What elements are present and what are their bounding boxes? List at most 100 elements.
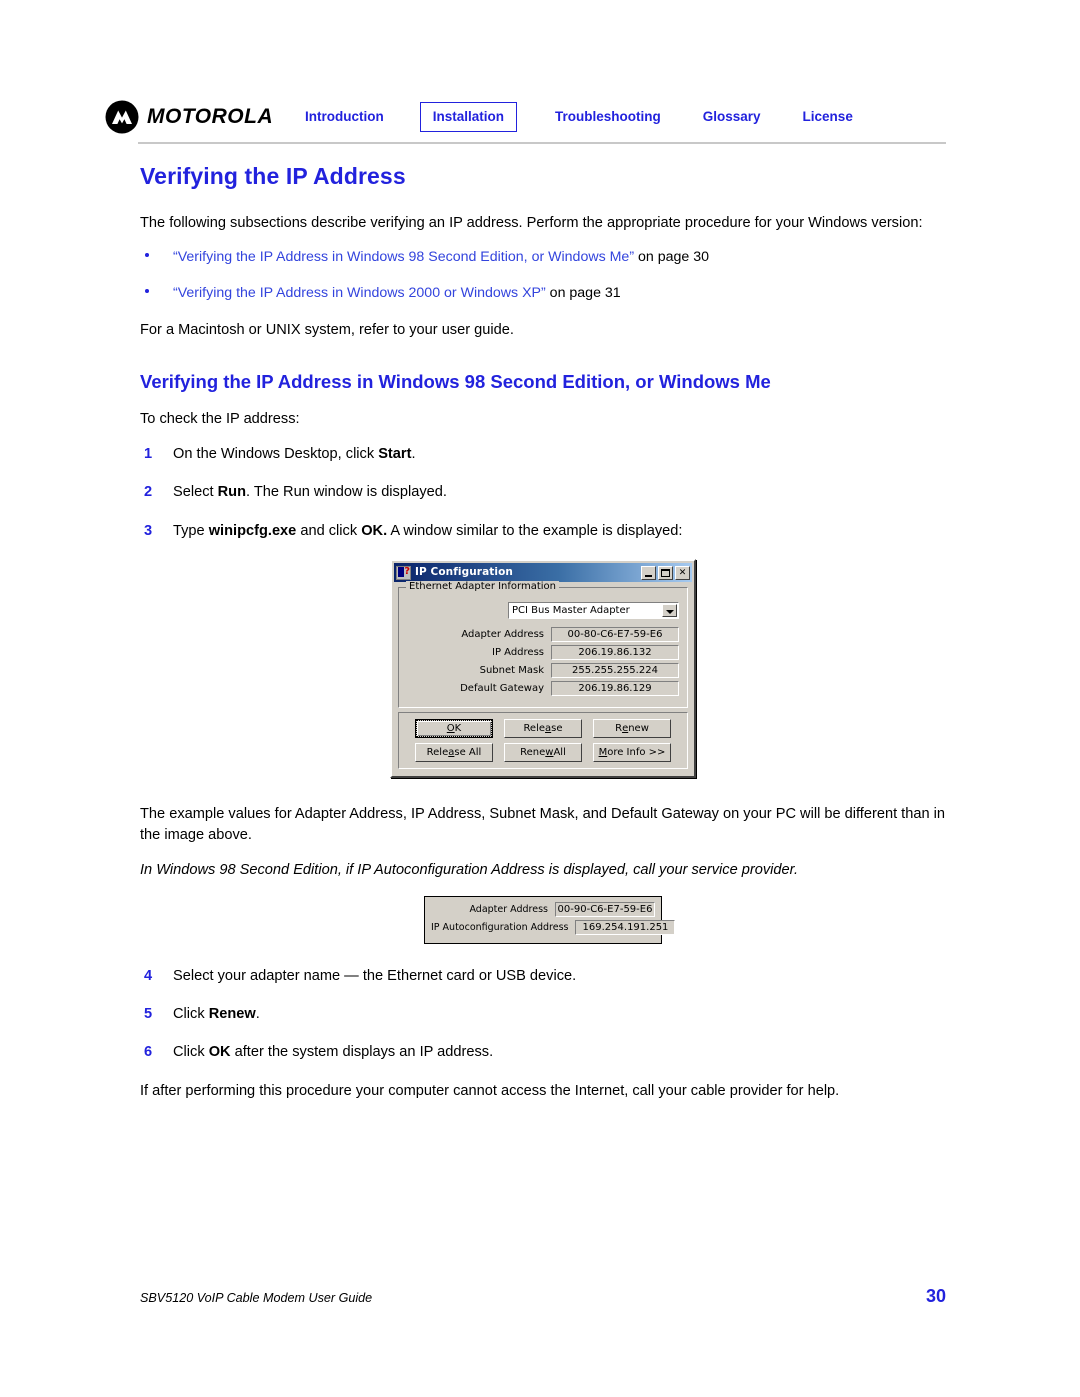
more-info-button[interactable]: More Info >> (593, 743, 671, 763)
intro-paragraph: The following subsections describe verif… (140, 215, 923, 232)
page-header: MOTOROLA Introduction Installation Troub… (105, 96, 950, 138)
group-box-label: Ethernet Adapter Information (406, 581, 559, 593)
cross-reference-suffix: on page 30 (634, 249, 710, 266)
step-text-post: . (255, 1005, 260, 1022)
motorola-wordmark: MOTOROLA (147, 105, 274, 128)
chevron-down-icon[interactable] (662, 604, 677, 618)
nav-tab-troubleshooting[interactable]: Troubleshooting (555, 110, 661, 124)
step-text-post: . (411, 445, 416, 462)
step-text: Select (173, 484, 218, 501)
step-number: 5 (144, 1005, 153, 1022)
step-emphasis-2: OK. (361, 522, 388, 539)
ip-configuration-dialog: ? IP Configuration ✕ Ethernet Adapter In… (390, 559, 696, 779)
field-row-default-gateway: Default Gateway 206.19.86.129 (407, 681, 679, 697)
step-text: Select your adapter name — the Ethernet … (173, 967, 577, 984)
procedure-steps-second: 4 Select your adapter name — the Ethernet… (140, 966, 946, 1063)
field-label: Default Gateway (460, 683, 544, 695)
section-subtitle: Verifying the IP Address in Windows 98 S… (140, 371, 771, 393)
list-item: 4 Select your adapter name — the Ethernet… (140, 966, 946, 986)
autoconfiguration-figure: Adapter Address 00-90-C6-E7-59-E6 IP Aut… (140, 895, 946, 944)
list-item: 1 On the Windows Desktop, click Start. (140, 444, 946, 464)
adapter-dropdown-value: PCI Bus Master Adapter (512, 605, 630, 617)
page-number: 30 (925, 1286, 946, 1306)
window-controls: ✕ (641, 565, 690, 580)
cross-reference-suffix: on page 31 (545, 285, 621, 302)
step-text-mid: and click (296, 522, 362, 539)
field-label: IP Autoconfiguration Address (431, 921, 569, 933)
field-value: 00-80-C6-E7-59-E6 (551, 627, 679, 643)
step-emphasis: Renew (208, 1005, 256, 1022)
snippet-row-adapter-address: Adapter Address 00-90-C6-E7-59-E6 (431, 901, 655, 917)
closing-paragraph: If after performing this procedure your … (140, 1082, 840, 1099)
motorola-logo: MOTOROLA (105, 100, 305, 134)
nav-tab-glossary[interactable]: Glossary (703, 110, 761, 124)
release-all-button[interactable]: Rele a se All (415, 743, 493, 763)
cross-reference-link[interactable]: “Verifying the IP Address in Windows 98 … (173, 249, 634, 265)
lead-in-text: To check the IP address: (140, 410, 300, 427)
autoconfiguration-note: In Windows 98 Second Edition, if IP Auto… (140, 862, 799, 879)
step-text: Click (173, 1005, 209, 1022)
field-label: Subnet Mask (479, 665, 544, 677)
field-value: 00-90-C6-E7-59-E6 (555, 901, 655, 917)
step-text-post: . The Run window is displayed. (246, 484, 447, 501)
adapter-dropdown[interactable]: PCI Bus Master Adapter (508, 602, 679, 620)
dialog-button-row-1: OK Rele a se Re new (405, 719, 681, 739)
step-emphasis: Start (378, 445, 412, 462)
step-emphasis: OK (208, 1044, 231, 1061)
step-text-post: after the system displays an IP address. (230, 1044, 494, 1061)
bullet-icon (145, 289, 149, 294)
header-nav: Introduction Installation Troubleshootin… (305, 101, 950, 133)
maximize-button[interactable] (658, 565, 673, 580)
list-item: 5 Click Renew. (140, 1004, 946, 1024)
header-divider (138, 142, 946, 144)
ok-button[interactable]: OK (415, 719, 493, 739)
snippet-row-autoconfig-address: IP Autoconfiguration Address 169.254.191… (431, 919, 676, 935)
list-item: “Verifying the IP Address in Windows 98 … (140, 248, 946, 268)
release-button[interactable]: Rele a se (504, 719, 582, 739)
page-footer: SBV5120 VoIP Cable Modem User Guide 30 (140, 1286, 946, 1307)
step-number: 1 (144, 445, 153, 462)
step-number: 2 (144, 484, 153, 501)
list-item: 6 Click OK after the system displays an I… (140, 1042, 946, 1062)
list-item: 3 Type winipcfg.exe and click OK. A windo… (140, 521, 946, 541)
field-row-adapter-address: Adapter Address 00-80-C6-E7-59-E6 (407, 627, 679, 643)
dialog-title-bar: ? IP Configuration ✕ (394, 563, 692, 583)
dialog-button-panel: OK Rele a se Re new Rele a se All Rene w All M… (398, 712, 688, 770)
nav-tab-installation[interactable]: Installation (419, 101, 517, 133)
list-item: 2 Select Run. The Run window is displayed… (140, 482, 946, 502)
field-label: Adapter Address (469, 903, 548, 915)
field-row-subnet-mask: Subnet Mask 255.255.255.224 (407, 663, 679, 679)
renew-button[interactable]: Re new (593, 719, 671, 739)
ip-configuration-figure: ? IP Configuration ✕ Ethernet Adapter In… (140, 559, 946, 779)
page-content: Verifying the IP Address The following s… (140, 163, 946, 1116)
nav-tab-license[interactable]: License (803, 110, 853, 124)
step-text: On the Windows Desktop, click (173, 445, 379, 462)
field-value: 206.19.86.132 (551, 645, 679, 661)
after-dialog-paragraph: The example values for Adapter Address, … (140, 806, 945, 844)
dialog-title: IP Configuration (415, 566, 513, 579)
motorola-batwing-icon (105, 100, 139, 134)
renew-all-button[interactable]: Rene w All (504, 743, 582, 763)
document-page: MOTOROLA Introduction Installation Troub… (0, 0, 1080, 1397)
bullet-icon (145, 253, 149, 258)
step-text-post: A window similar to the example is displ… (387, 522, 683, 539)
step-emphasis: Run (217, 484, 246, 501)
step-emphasis: winipcfg.exe (208, 522, 297, 539)
close-button[interactable]: ✕ (675, 565, 690, 580)
ok-button-label: OK (416, 720, 492, 738)
ethernet-adapter-group: Ethernet Adapter Information PCI Bus Mas… (398, 581, 688, 709)
step-text: Type (173, 522, 209, 539)
cross-reference-link[interactable]: “Verifying the IP Address in Windows 200… (173, 285, 546, 301)
minimize-button[interactable] (641, 565, 656, 580)
footer-guide-title: SBV5120 VoIP Cable Modem User Guide (140, 1291, 373, 1305)
field-value: 169.254.191.251 (575, 919, 676, 935)
step-number: 4 (144, 967, 153, 984)
ip-config-icon: ? (396, 565, 411, 580)
dialog-button-row-2: Rele a se All Rene w All More Info >> (405, 743, 681, 763)
step-number: 6 (144, 1044, 153, 1061)
field-value: 255.255.255.224 (551, 663, 679, 679)
field-label: IP Address (492, 647, 544, 659)
nav-tab-introduction[interactable]: Introduction (305, 110, 384, 124)
autoconfiguration-snippet: Adapter Address 00-90-C6-E7-59-E6 IP Aut… (424, 895, 676, 944)
field-row-ip-address: IP Address 206.19.86.132 (407, 645, 679, 661)
